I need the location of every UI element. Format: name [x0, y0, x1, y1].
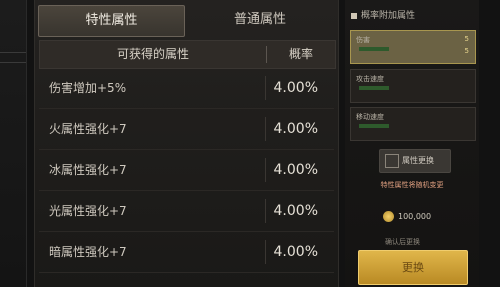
table-row: 暗属性强化+7 4.00% — [39, 232, 334, 273]
item-icon — [385, 154, 399, 168]
confirm-change-button[interactable]: 更换 — [358, 250, 468, 285]
change-attribute-button[interactable]: 属性更换 — [379, 149, 451, 173]
attribute-probability: 4.00% — [273, 162, 318, 178]
left-side-strip — [0, 0, 27, 287]
attribute-name: 冰属性强化+7 — [49, 163, 127, 177]
attribute-probability: 4.00% — [273, 203, 318, 219]
change-attribute-label: 属性更换 — [402, 156, 434, 165]
row-separator — [265, 199, 266, 223]
slot-green-bar — [359, 86, 389, 90]
slot-green-bar — [359, 124, 389, 128]
tab-normal-attributes[interactable]: 普通属性 — [185, 5, 335, 35]
table-row: 冰属性强化+7 4.00% — [39, 150, 334, 191]
row-separator — [265, 76, 266, 100]
cost-display: 100,000 — [383, 211, 463, 223]
warning-text: 特性属性将随机变更 — [380, 181, 444, 189]
tab-special-attributes[interactable]: 特性属性 — [38, 5, 185, 37]
tab-bar: 特性属性 普通属性 — [35, 3, 338, 37]
attribute-probability: 4.00% — [273, 121, 318, 137]
change-attribute-panel: 概率附加属性 伤害 5 5 攻击速度 移动速度 属性更换 特性属性将随机变更 1… — [345, 0, 479, 287]
table-row: 火属性强化+7 4.00% — [39, 109, 334, 150]
table-row: 光属性强化+7 4.00% — [39, 191, 334, 232]
attribute-slot-selected[interactable]: 伤害 5 5 — [350, 30, 476, 64]
attribute-probability: 4.00% — [273, 80, 318, 96]
slot-top-number: 5 — [464, 35, 469, 43]
attribute-list: 伤害增加+5% 4.00% 火属性强化+7 4.00% 冰属性强化+7 4.00… — [39, 68, 334, 273]
slot-title: 移动速度 — [356, 113, 384, 121]
slot-bottom-number: 5 — [464, 47, 469, 55]
title-bullet-icon — [351, 12, 357, 19]
row-separator — [265, 240, 266, 264]
attribute-name: 暗属性强化+7 — [49, 245, 127, 259]
table-header: 可获得的属性 概率 — [39, 40, 336, 69]
row-separator — [265, 117, 266, 141]
cost-value: 100,000 — [398, 212, 432, 221]
gold-coin-icon — [383, 211, 394, 222]
row-separator — [265, 158, 266, 182]
attribute-slot[interactable]: 移动速度 — [350, 107, 476, 141]
table-row: 伤害增加+5% 4.00% — [39, 68, 334, 109]
divider-line — [0, 52, 26, 53]
panel-title-text: 概率附加属性 — [361, 11, 416, 21]
attribute-panel: 特性属性 普通属性 可获得的属性 概率 伤害增加+5% 4.00% 火属性强化+… — [34, 0, 339, 287]
slot-title: 攻击速度 — [356, 75, 384, 83]
column-header-attribute: 可获得的属性 — [116, 47, 189, 61]
attribute-probability: 4.00% — [273, 244, 318, 260]
divider-line — [0, 62, 26, 63]
panel-title: 概率附加属性 — [351, 8, 475, 24]
hint-text: 确认后更换 — [385, 238, 420, 246]
column-header-probability: 概率 — [288, 47, 313, 61]
attribute-name: 光属性强化+7 — [49, 204, 127, 218]
attribute-name: 伤害增加+5% — [49, 81, 127, 95]
attribute-name: 火属性强化+7 — [49, 122, 127, 136]
slot-title: 伤害 — [356, 36, 370, 44]
slot-green-bar — [359, 47, 389, 51]
attribute-slot[interactable]: 攻击速度 — [350, 69, 476, 103]
